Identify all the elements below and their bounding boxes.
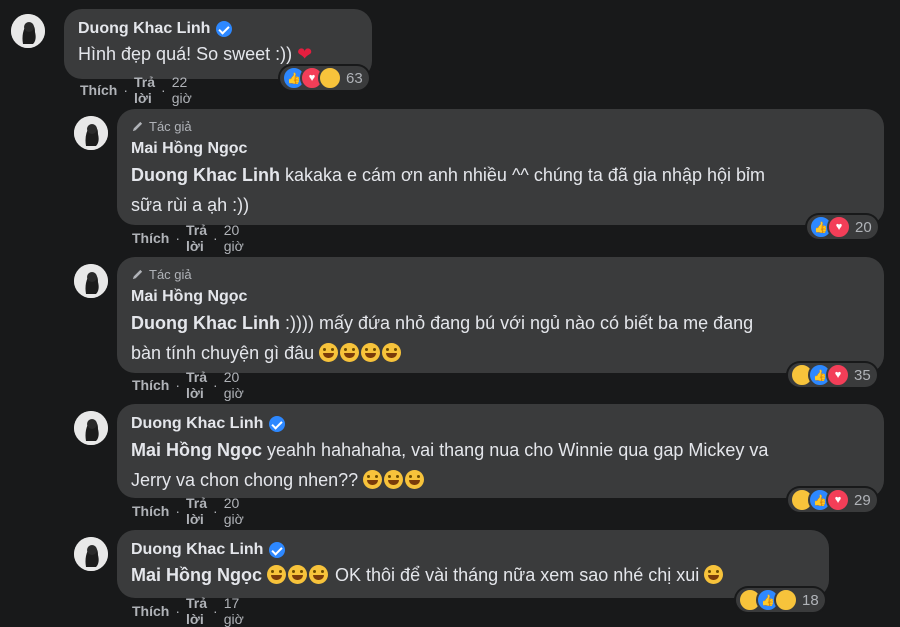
comment-bubble: Tác giả Mai Hồng Ngọc Duong Khac Linh :)… (117, 257, 884, 373)
comment-time[interactable]: 22 giờ (172, 74, 192, 106)
separator: · (175, 603, 181, 619)
author-badge-label: Tác giả (149, 118, 192, 134)
pen-icon (132, 121, 143, 131)
reply-button[interactable]: Trả lời (134, 74, 155, 106)
separator: · (213, 603, 218, 619)
comment-actions: Thích · Trả lời · 20 giờ (132, 369, 244, 401)
like-button[interactable]: Thích (132, 603, 169, 619)
separator: · (175, 377, 181, 393)
comment-actions: Thích · Trả lời · 17 giờ (132, 595, 244, 627)
reaction-summary[interactable]: 👍 ♥ 20 (807, 215, 878, 239)
laughing-emoji-icon (340, 343, 360, 362)
laughing-emoji-icon (405, 470, 425, 489)
pen-icon (132, 269, 143, 279)
mention-link[interactable]: Duong Khac Linh (131, 313, 280, 333)
verified-badge-icon (216, 21, 233, 37)
reaction-summary[interactable]: 👍 18 (736, 588, 825, 612)
avatar[interactable] (11, 14, 45, 48)
like-button[interactable]: Thích (80, 82, 117, 98)
laughing-emoji-icon (382, 343, 402, 362)
author-badge: Tác giả (131, 118, 870, 134)
comment-time[interactable]: 20 giờ (224, 369, 244, 401)
laughing-emoji-icon (309, 565, 329, 584)
laughing-emoji-icon (704, 565, 724, 584)
reply-button[interactable]: Trả lời (186, 369, 207, 401)
laughing-emoji-icon (363, 470, 383, 489)
author-badge-label: Tác giả (149, 266, 192, 282)
care-reaction-icon (774, 588, 798, 612)
like-button[interactable]: Thích (132, 377, 169, 393)
comment-actions: Thích · Trả lời · 22 giờ (80, 74, 192, 106)
avatar[interactable] (74, 116, 108, 150)
laughing-emoji-icon (361, 343, 381, 362)
love-reaction-icon: ♥ (826, 363, 850, 387)
laughing-emoji-icon (288, 565, 308, 584)
love-reaction-icon: ♥ (826, 488, 850, 512)
comment-bubble: Duong Khac Linh Mai Hồng Ngọc yeahh haha… (117, 404, 884, 498)
reply-button[interactable]: Trả lời (186, 595, 207, 627)
comment-actions: Thích · Trả lời · 20 giờ (132, 495, 244, 527)
reaction-summary[interactable]: 👍 ♥ 35 (788, 363, 877, 387)
avatar[interactable] (74, 537, 108, 571)
separator: · (175, 230, 181, 246)
comment-text: Hình đẹp quá! So sweet :)) (78, 44, 293, 64)
reaction-count: 20 (855, 218, 872, 236)
heart-emoji-icon: ❤ (297, 44, 313, 64)
like-button[interactable]: Thích (132, 230, 169, 246)
verified-badge-icon (269, 542, 286, 558)
avatar[interactable] (74, 264, 108, 298)
separator: · (161, 82, 166, 98)
author-name[interactable]: Duong Khac Linh (131, 415, 263, 433)
laughing-emoji-icon (319, 343, 339, 362)
comment-bubble: Tác giả Mai Hồng Ngọc Duong Khac Linh ka… (117, 109, 884, 225)
separator: · (213, 230, 218, 246)
author-name[interactable]: Duong Khac Linh (131, 541, 263, 559)
reply-button[interactable]: Trả lời (186, 495, 207, 527)
reaction-summary[interactable]: 👍 ♥ 63 (280, 66, 369, 90)
care-reaction-icon (318, 66, 342, 90)
separator: · (123, 82, 129, 98)
comment-actions: Thích · Trả lời · 20 giờ (132, 222, 244, 254)
reaction-count: 18 (802, 591, 819, 609)
like-button[interactable]: Thích (132, 503, 169, 519)
comment-time[interactable]: 17 giờ (224, 595, 244, 627)
laughing-emoji-icon (384, 470, 404, 489)
comment-text-line2: bàn tính chuyện gì đâu (131, 343, 315, 363)
comment-text-line2: Jerry va chon chong nhen?? (131, 470, 359, 490)
comment-text: OK thôi để vài tháng nữa xem sao nhé chị… (335, 565, 700, 585)
love-reaction-icon: ♥ (827, 215, 851, 239)
verified-badge-icon (269, 416, 286, 432)
reply-button[interactable]: Trả lời (186, 222, 207, 254)
author-name[interactable]: Duong Khac Linh (78, 20, 210, 38)
author-name[interactable]: Mai Hồng Ngọc (131, 288, 247, 306)
comment-text: kakaka e cám ơn anh nhiều ^^ chúng ta đã… (285, 165, 766, 185)
comment-text: yeahh hahahaha, vai thang nua cho Winnie… (267, 440, 769, 460)
mention-link[interactable]: Duong Khac Linh (131, 165, 280, 185)
comment-bubble: Duong Khac Linh Mai Hồng Ngọc OK thôi để… (117, 530, 829, 598)
author-name[interactable]: Mai Hồng Ngọc (131, 140, 247, 158)
separator: · (213, 503, 218, 519)
separator: · (213, 377, 218, 393)
reaction-count: 35 (854, 366, 871, 384)
author-badge: Tác giả (131, 266, 870, 282)
reaction-summary[interactable]: 👍 ♥ 29 (788, 488, 877, 512)
mention-link[interactable]: Mai Hồng Ngọc (131, 565, 262, 585)
laughing-emoji-icon (267, 565, 287, 584)
mention-link[interactable]: Mai Hồng Ngọc (131, 440, 262, 460)
comment-time[interactable]: 20 giờ (224, 495, 244, 527)
comment-text-line2: sữa rùi a ạh :)) (131, 195, 250, 215)
comment-text: :)))) mấy đứa nhỏ đang bú với ngủ nào có… (285, 313, 754, 333)
separator: · (175, 503, 181, 519)
comment-time[interactable]: 20 giờ (224, 222, 244, 254)
reaction-count: 63 (346, 69, 363, 87)
avatar[interactable] (74, 411, 108, 445)
reaction-count: 29 (854, 491, 871, 509)
